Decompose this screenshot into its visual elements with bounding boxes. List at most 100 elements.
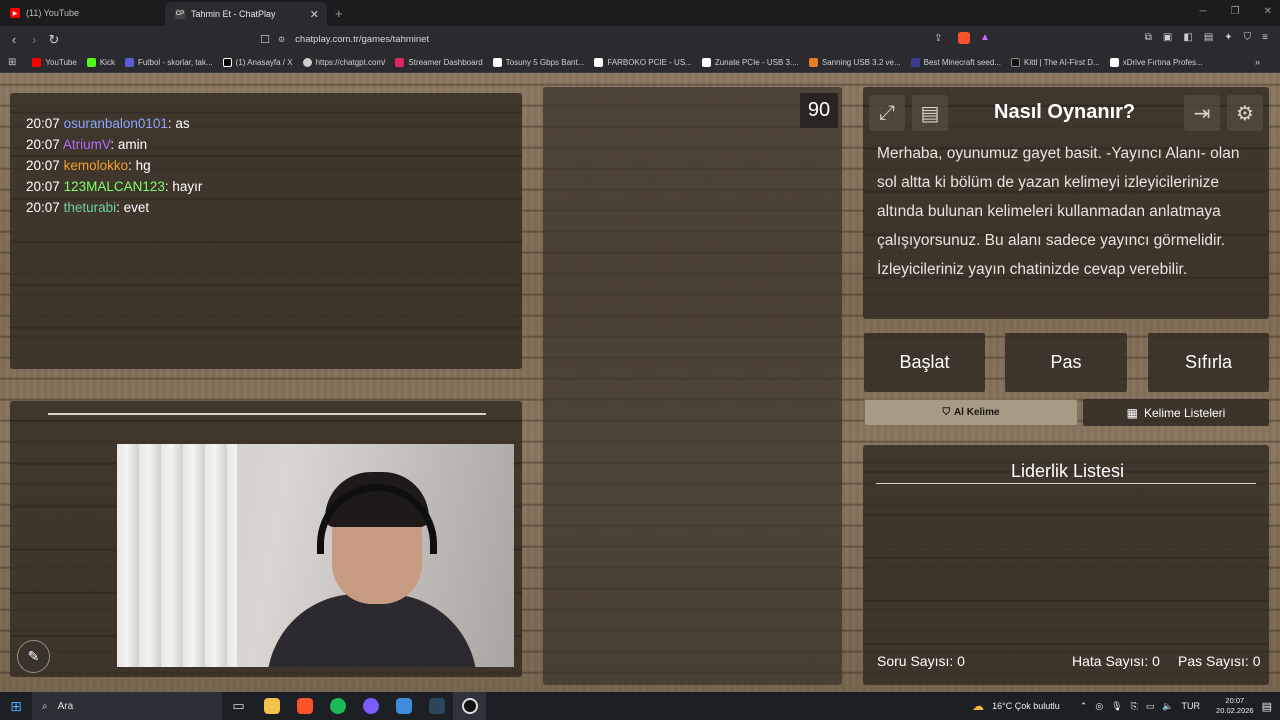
leo-ai-icon[interactable]: ✦ — [1224, 32, 1232, 43]
chatplay-icon: CP — [175, 9, 185, 19]
pass-count: Pas Sayısı: 0 — [1178, 653, 1261, 669]
bookmark-item[interactable]: YouTube — [32, 58, 77, 67]
sidebar-icon[interactable]: ◧ — [1183, 32, 1192, 43]
pencil-icon[interactable]: ✎ — [17, 640, 50, 673]
windows-start-icon[interactable]: ⊞ — [0, 698, 32, 715]
logout-icon[interactable]: ⇥ — [1184, 95, 1220, 131]
new-tab-button[interactable]: + — [335, 6, 343, 21]
address-bar[interactable]: ⚙ chatplay.com.tr/games/tahminet — [278, 29, 996, 50]
bookmark-favicon-icon — [124, 58, 134, 67]
minimize-icon[interactable]: ─ — [1200, 6, 1207, 17]
question-count: Soru Sayısı: 0 — [877, 653, 965, 669]
chat-username: AtriumV — [62, 137, 111, 152]
clipboard-icon: ▦ — [1126, 405, 1138, 420]
bookmark-item[interactable]: Kick — [86, 58, 115, 67]
ai-word-button[interactable]: ⛉ Al Kelime — [864, 399, 1078, 426]
start-button[interactable]: Başlat — [864, 333, 985, 392]
fullscreen-icon[interactable]: ⤢ — [869, 95, 905, 131]
obs-icon[interactable] — [453, 692, 486, 720]
weather-text[interactable]: 16°C Çok bulutlu — [992, 701, 1060, 711]
forward-icon[interactable]: › — [24, 32, 44, 47]
clock-date: 20.02.2026 — [1216, 706, 1254, 715]
chat-message: 20:07 kemolokko: hg — [26, 158, 151, 173]
pass-button[interactable]: Pas — [1005, 333, 1127, 392]
webcam-feed — [117, 444, 514, 667]
more-bookmarks-icon[interactable]: » — [1255, 57, 1260, 67]
discord-icon[interactable] — [354, 692, 387, 720]
wallet-icon[interactable]: ▤ — [1204, 32, 1213, 43]
task-view-icon[interactable]: ▭ — [222, 692, 255, 720]
back-icon[interactable]: ‹ — [4, 32, 24, 47]
tray-expand-icon[interactable]: ⌃ — [1080, 701, 1088, 712]
app-icon[interactable] — [387, 692, 420, 720]
webcam-person — [267, 594, 477, 667]
notification-icon[interactable]: ▤ — [1262, 700, 1272, 713]
tab-chatplay-label: Tahmin Et - ChatPlay — [191, 9, 276, 19]
extensions-icon[interactable]: ⧉ — [1145, 32, 1152, 43]
bookmark-item[interactable]: xDrive Fırtına Profes... — [1109, 58, 1203, 67]
settings-gear-icon[interactable]: ⚙ — [1227, 95, 1263, 131]
language-indicator[interactable]: TUR — [1182, 701, 1201, 711]
browser-nav-bar: ‹ › ↻ ☐ ⚙ chatplay.com.tr/games/tahminet… — [0, 26, 1280, 53]
apps-grid-icon[interactable]: ⊞ — [8, 57, 16, 68]
tab-chatplay[interactable]: CP Tahmin Et - ChatPlay ✕ — [165, 2, 327, 26]
file-explorer-icon[interactable] — [255, 692, 288, 720]
taskbar-search[interactable]: ⌕ Ara — [32, 692, 222, 720]
reset-button[interactable]: Sıfırla — [1148, 333, 1269, 392]
bookmark-favicon-icon — [86, 58, 96, 67]
chat-message: 20:07 123MALCAN123: hayır — [26, 179, 203, 194]
bookmark-item[interactable]: Futbol - skorlar, tak... — [124, 58, 213, 67]
chat-username: osuranbalon0101 — [63, 116, 168, 131]
bookmark-item[interactable]: Tosuny 5 Gbps Bant... — [492, 58, 584, 67]
location-icon[interactable]: ◎ — [1095, 701, 1103, 712]
close-tab-icon[interactable]: ✕ — [310, 8, 319, 21]
bookmark-favicon-icon — [701, 58, 711, 67]
rules-icon[interactable]: ▤ — [912, 95, 948, 131]
steam-icon[interactable] — [420, 692, 453, 720]
bookmark-item[interactable]: (1) Anasayfa / X — [222, 58, 293, 67]
brave-shield-icon[interactable] — [958, 32, 970, 44]
bookmark-favicon-icon — [222, 58, 232, 67]
bookmark-item[interactable]: Zunate PCIe - USB 3.... — [701, 58, 799, 67]
close-window-icon[interactable]: ✕ — [1264, 6, 1272, 17]
microphone-icon[interactable]: 🎙 — [1111, 701, 1122, 712]
share-icon[interactable]: ⇪ — [934, 33, 942, 44]
leaderboard-divider — [876, 483, 1256, 484]
how-to-play-text: Merhaba, oyunumuz gayet basit. -Yayıncı … — [877, 145, 1240, 278]
bookmark-item[interactable]: FARBOKO PCIE - US... — [594, 58, 692, 67]
search-icon: ⌕ — [42, 700, 48, 712]
restore-icon[interactable]: ❐ — [1231, 6, 1240, 17]
network-icon[interactable]: ▭ — [1146, 701, 1155, 712]
reload-icon[interactable]: ↻ — [44, 32, 64, 48]
volume-icon[interactable]: 🔈 — [1162, 701, 1173, 712]
brave-rewards-icon[interactable]: ▲ — [980, 32, 990, 43]
chat-username: theturabi — [63, 200, 117, 215]
brave-browser-icon[interactable] — [288, 692, 321, 720]
bookmark-favicon-icon — [492, 58, 502, 67]
chat-username: kemolokko — [63, 158, 129, 173]
system-clock[interactable]: 20:07 20.02.2026 — [1216, 696, 1254, 716]
bookmark-favicon-icon — [302, 58, 312, 67]
bookmark-favicon-icon — [808, 58, 818, 67]
usb-icon[interactable]: ⎘ — [1131, 701, 1138, 712]
error-count: Hata Sayısı: 0 — [1072, 653, 1160, 669]
bookmark-item[interactable]: Kittl | The AI-First D... — [1010, 58, 1100, 67]
bookmark-item[interactable]: Best Minecraft seed... — [910, 58, 1001, 67]
media-icon[interactable]: ▣ — [1163, 32, 1172, 43]
leaderboard-title: Liderlik Listesi — [1011, 461, 1125, 481]
tab-youtube[interactable]: ▶ (11) YouTube — [0, 0, 165, 26]
chat-message: 20:07 AtriumV: amin — [26, 137, 148, 152]
bookmark-favicon-icon — [1010, 58, 1020, 67]
menu-icon[interactable]: ≡ — [1262, 32, 1268, 43]
word-lists-button[interactable]: ▦ Kelime Listeleri — [1083, 399, 1269, 426]
site-info-icon[interactable]: ⚙ — [278, 35, 285, 44]
bookmark-item[interactable]: Streamer Dashboard — [395, 58, 483, 67]
spotify-icon[interactable] — [321, 692, 354, 720]
word-lists-label: Kelime Listeleri — [1143, 405, 1226, 420]
bookmark-item[interactable]: https://chatgpt.com/ — [302, 58, 385, 67]
vpn-icon[interactable]: ⛉ — [1244, 32, 1252, 43]
bookmark-item[interactable]: Sanning USB 3.2 ve... — [808, 58, 901, 67]
shield-icon: ⛉ — [942, 407, 950, 418]
bookmark-icon[interactable]: ☐ — [255, 33, 275, 46]
bookmark-favicon-icon — [32, 58, 42, 67]
